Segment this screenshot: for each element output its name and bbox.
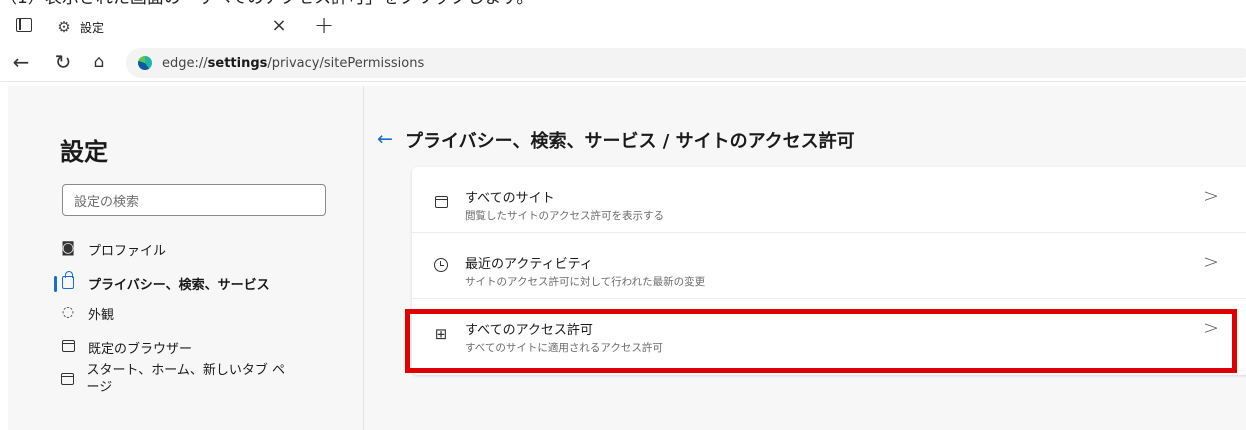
row-subtitle: 閲覧したサイトのアクセス許可を表示する (465, 210, 664, 222)
sidebar-item-label: プライバシー、検索、サービス (88, 278, 270, 293)
new-tab-button[interactable]: + (313, 13, 335, 37)
back-arrow-icon[interactable]: ← (377, 128, 393, 150)
gear-icon: ⚙ (57, 18, 71, 36)
settings-sidebar: 設定 設定の検索 ◙ プロファイル プライバシー、検索、サービス ◌ 外観 既定… (8, 86, 364, 430)
chevron-right-icon: > (1203, 317, 1219, 339)
main-content: ← プライバシー、検索、サービス / サイトのアクセス許可 すべてのサイト 閲覧… (365, 86, 1246, 430)
row-recent-activity[interactable]: 最近のアクティビティ サイトのアクセス許可に対して行われた最新の変更 > (412, 233, 1246, 299)
chevron-right-icon: > (1203, 251, 1219, 273)
home-tab-icon (60, 371, 75, 387)
settings-page: 設定 設定の検索 ◙ プロファイル プライバシー、検索、サービス ◌ 外観 既定… (8, 86, 1246, 430)
url-text: edge://settings/privacy/sitePermissions (162, 55, 425, 71)
sidebar-title: 設定 (60, 138, 108, 166)
sidebar-item-privacy[interactable]: プライバシー、検索、サービス (60, 271, 270, 293)
back-button[interactable]: ← (10, 51, 32, 73)
appearance-icon: ◌ (61, 304, 75, 320)
row-all-permissions[interactable]: ⊞ すべてのアクセス許可 すべてのサイトに適用されるアクセス許可 > (412, 299, 1246, 365)
chevron-right-icon: > (1203, 185, 1219, 207)
settings-search-input[interactable]: 設定の検索 (62, 184, 326, 216)
sidebar-item-default-browser[interactable]: 既定のブラウザー (60, 338, 192, 357)
search-placeholder: 設定の検索 (74, 194, 140, 210)
sidebar-item-start-home[interactable]: スタート、ホーム、新しいタブ ページ (60, 362, 290, 396)
tab-actions-icon[interactable] (16, 18, 32, 32)
row-title: 最近のアクティビティ (465, 257, 593, 272)
lock-icon (60, 271, 76, 290)
sidebar-item-appearance[interactable]: ◌ 外観 (60, 304, 114, 323)
title-bar: ⚙ 設定 × + (0, 8, 1246, 44)
page-title: プライバシー、検索、サービス / サイトのアクセス許可 (405, 131, 855, 152)
refresh-button[interactable]: ↻ (52, 51, 74, 73)
sidebar-item-label: プロファイル (88, 244, 167, 259)
tab-title: 設定 (80, 20, 105, 35)
clock-icon (433, 258, 449, 274)
row-subtitle: サイトのアクセス許可に対して行われた最新の変更 (465, 276, 706, 288)
row-title: すべてのアクセス許可 (465, 323, 593, 338)
instruction-caption: （1）表示された画面の「すべてのアクセス許可」をクリックします。 (0, 0, 1246, 8)
edge-logo-icon (138, 56, 152, 70)
row-title: すべてのサイト (465, 191, 555, 206)
browser-icon (60, 338, 76, 354)
active-indicator (54, 276, 57, 292)
home-button[interactable]: ⌂ (88, 51, 110, 73)
sidebar-item-profile[interactable]: ◙ プロファイル (60, 240, 166, 259)
tab-settings[interactable]: ⚙ 設定 × (56, 10, 303, 44)
sidebar-item-label: 既定のブラウザー (88, 342, 193, 357)
address-bar[interactable]: edge://settings/privacy/sitePermissions (126, 48, 1246, 78)
browser-toolbar: ← ↻ ⌂ edge://settings/privacy/sitePermis… (0, 44, 1246, 82)
site-icon (433, 194, 449, 210)
sidebar-item-label: 外観 (88, 308, 115, 323)
permissions-icon: ⊞ (434, 325, 448, 343)
sidebar-item-label: スタート、ホーム、新しいタブ ページ (86, 363, 285, 395)
close-icon[interactable]: × (271, 17, 287, 35)
row-all-sites[interactable]: すべてのサイト 閲覧したサイトのアクセス許可を表示する > (412, 167, 1246, 233)
profile-icon: ◙ (61, 240, 75, 256)
row-subtitle: すべてのサイトに適用されるアクセス許可 (465, 342, 663, 354)
permissions-card: すべてのサイト 閲覧したサイトのアクセス許可を表示する > 最近のアクティビティ… (412, 167, 1246, 375)
